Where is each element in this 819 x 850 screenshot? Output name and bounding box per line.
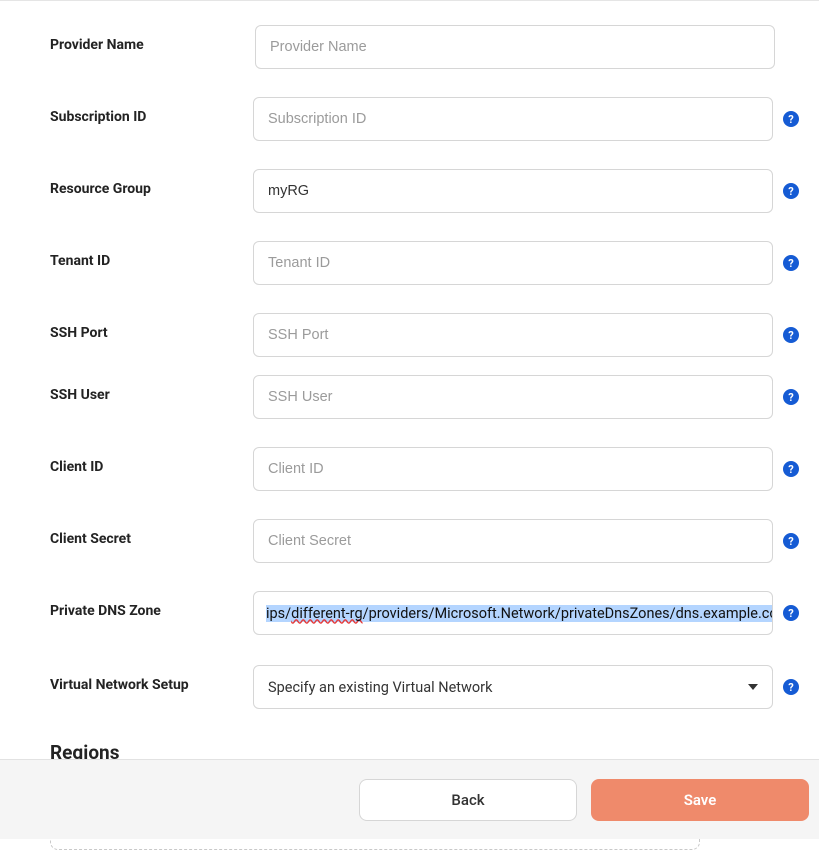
help-icon[interactable]: ? [783,605,799,621]
private-dns-zone-input[interactable]: ips/different-rg/providers/Microsoft.Net… [253,591,773,635]
label-ssh-port: SSH Port [50,313,253,341]
row-ssh-port: SSH Port ? [50,313,799,357]
label-subscription-id: Subscription ID [50,97,253,125]
input-wrap-private-dns-zone: ips/different-rg/providers/Microsoft.Net… [253,591,799,635]
private-dns-zone-value: ips/different-rg/providers/Microsoft.Net… [266,605,773,622]
row-client-id: Client ID ? [50,447,799,491]
client-id-input[interactable] [253,447,773,491]
label-provider-name: Provider Name [50,25,255,53]
label-client-secret: Client Secret [50,519,253,547]
help-icon[interactable]: ? [783,111,799,127]
virtual-network-setup-select[interactable]: Specify an existing Virtual Network [253,665,773,709]
help-icon[interactable]: ? [783,679,799,695]
save-button[interactable]: Save [591,779,809,821]
input-wrap-ssh-port: ? [253,313,799,357]
help-icon[interactable]: ? [783,533,799,549]
chevron-down-icon [748,684,758,690]
input-wrap-client-secret: ? [253,519,799,563]
provider-config-form: Provider Name Subscription ID ? Resource… [0,1,819,850]
input-wrap-tenant-id: ? [253,241,799,285]
form-footer: Back Save [0,759,819,839]
row-tenant-id: Tenant ID ? [50,241,799,285]
input-wrap-provider-name [255,25,799,69]
help-icon[interactable]: ? [783,461,799,477]
row-ssh-user: SSH User ? [50,375,799,419]
label-virtual-network-setup: Virtual Network Setup [50,665,253,693]
client-secret-input[interactable] [253,519,773,563]
virtual-network-setup-selected: Specify an existing Virtual Network [268,679,492,696]
row-subscription-id: Subscription ID ? [50,97,799,141]
back-button[interactable]: Back [359,779,577,821]
tenant-id-input[interactable] [253,241,773,285]
input-wrap-subscription-id: ? [253,97,799,141]
label-private-dns-zone: Private DNS Zone [50,591,253,619]
input-wrap-ssh-user: ? [253,375,799,419]
row-resource-group: Resource Group ? [50,169,799,213]
help-icon[interactable]: ? [783,183,799,199]
label-ssh-user: SSH User [50,375,253,403]
provider-name-input[interactable] [255,25,775,69]
label-tenant-id: Tenant ID [50,241,253,269]
row-virtual-network-setup: Virtual Network Setup Specify an existin… [50,665,799,709]
ssh-port-input[interactable] [253,313,773,357]
subscription-id-input[interactable] [253,97,773,141]
help-icon[interactable]: ? [783,255,799,271]
row-private-dns-zone: Private DNS Zone ips/different-rg/provid… [50,591,799,635]
ssh-user-input[interactable] [253,375,773,419]
resource-group-input[interactable] [253,169,773,213]
input-wrap-resource-group: ? [253,169,799,213]
label-resource-group: Resource Group [50,169,253,197]
label-client-id: Client ID [50,447,253,475]
help-icon[interactable]: ? [783,327,799,343]
row-client-secret: Client Secret ? [50,519,799,563]
row-provider-name: Provider Name [50,25,799,69]
help-icon[interactable]: ? [783,389,799,405]
input-wrap-client-id: ? [253,447,799,491]
input-wrap-virtual-network-setup: Specify an existing Virtual Network ? [253,665,799,709]
